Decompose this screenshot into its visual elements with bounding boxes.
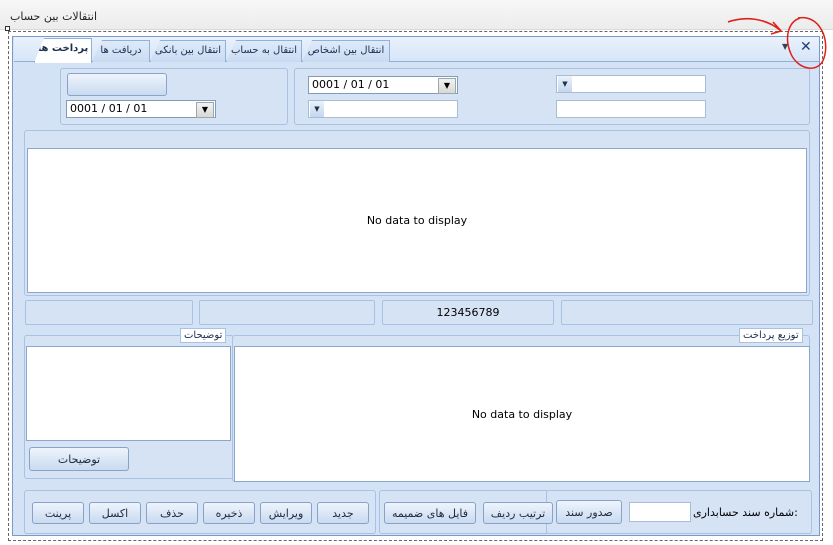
new-button-label: جدید (332, 506, 354, 520)
combo-field-mid[interactable]: ▼ (308, 100, 458, 118)
summary-field-2 (199, 300, 375, 325)
window-titlebar: انتقالات بین حساب (0, 0, 833, 30)
excel-button[interactable]: اکسل (89, 502, 141, 524)
payment-distribution-label: توزیع پرداخت (739, 328, 803, 343)
notes-button-label: توضیحات (57, 452, 101, 466)
main-data-grid[interactable]: No data to display (27, 148, 807, 293)
date-field-mid[interactable]: 0001 / 01 / 01 ▼ (308, 76, 458, 94)
tab-list-dropdown-icon[interactable]: ▼ (782, 42, 788, 51)
doc-number-input[interactable] (629, 502, 691, 522)
combo-field-right[interactable]: ▼ (556, 75, 706, 93)
new-button[interactable]: جدید (317, 502, 369, 524)
tab-transfer-to-account-label: انتقال به حساب (230, 45, 297, 56)
tab-payments[interactable]: پرداخت ها (34, 38, 92, 63)
window-title: انتقالات بین حساب (10, 10, 98, 23)
notes-group-label: توضیحات (180, 328, 227, 343)
tab-interbank-transfer[interactable]: انتقال بین بانکی (150, 40, 226, 62)
tab-interbank-transfer-label: انتقال بین بانکی (154, 45, 222, 56)
notes-textarea[interactable] (26, 346, 231, 441)
print-button[interactable]: پرینت (32, 502, 84, 524)
notes-button[interactable]: توضیحات (29, 447, 129, 471)
issue-document-button[interactable]: صدور سند (556, 500, 622, 524)
delete-button[interactable]: حذف (146, 502, 198, 524)
tab-transfer-between-persons-label: انتقال بین اشخاص (307, 45, 385, 56)
summary-field-1 (25, 300, 193, 325)
attachments-button[interactable]: فایل های ضمیمه (384, 502, 476, 524)
tab-transfer-between-persons[interactable]: انتقال بین اشخاص (302, 40, 390, 62)
row-order-button[interactable]: ترتیب ردیف (483, 502, 553, 524)
main-grid-empty-text: No data to display (366, 214, 468, 227)
date-field-mid-value: 0001 / 01 / 01 (312, 78, 390, 91)
save-button[interactable]: ذخیره (203, 502, 255, 524)
doc-number-label: شماره سند حسابداری: (693, 506, 798, 519)
date-field-left[interactable]: 0001 / 01 / 01 ▼ (66, 100, 216, 118)
tab-payments-label: پرداخت ها (37, 43, 89, 54)
excel-button-label: اکسل (101, 506, 129, 520)
chevron-down-icon[interactable]: ▼ (310, 101, 324, 117)
chevron-down-icon[interactable]: ▼ (438, 78, 456, 94)
header-blank-button[interactable] (67, 73, 167, 96)
tab-receipts-label: دریافت ها (100, 45, 142, 56)
text-field-right[interactable] (556, 100, 706, 118)
edit-button[interactable]: ویرایش (260, 502, 312, 524)
print-button-label: پرینت (44, 506, 72, 520)
chevron-down-icon[interactable]: ▼ (196, 102, 214, 118)
payment-distribution-grid[interactable]: No data to display (234, 346, 810, 482)
row-order-button-label: ترتیب ردیف (490, 506, 546, 520)
issue-document-button-label: صدور سند (565, 505, 613, 519)
summary-field-4 (561, 300, 813, 325)
summary-field-3: 123456789 (382, 300, 554, 325)
tab-transfer-to-account[interactable]: انتقال به حساب (226, 40, 302, 62)
payment-distribution-empty-text: No data to display (471, 407, 573, 421)
date-field-left-value: 0001 / 01 / 01 (70, 102, 148, 115)
close-icon[interactable]: ✕ (800, 39, 812, 55)
summary-field-3-value: 123456789 (436, 306, 500, 319)
attachments-button-label: فایل های ضمیمه (391, 506, 469, 520)
chevron-down-icon[interactable]: ▼ (558, 76, 572, 92)
tab-receipts[interactable]: دریافت ها (92, 40, 150, 62)
edit-button-label: ویرایش (268, 506, 304, 520)
save-button-label: ذخیره (215, 506, 243, 520)
delete-button-label: حذف (160, 506, 184, 520)
